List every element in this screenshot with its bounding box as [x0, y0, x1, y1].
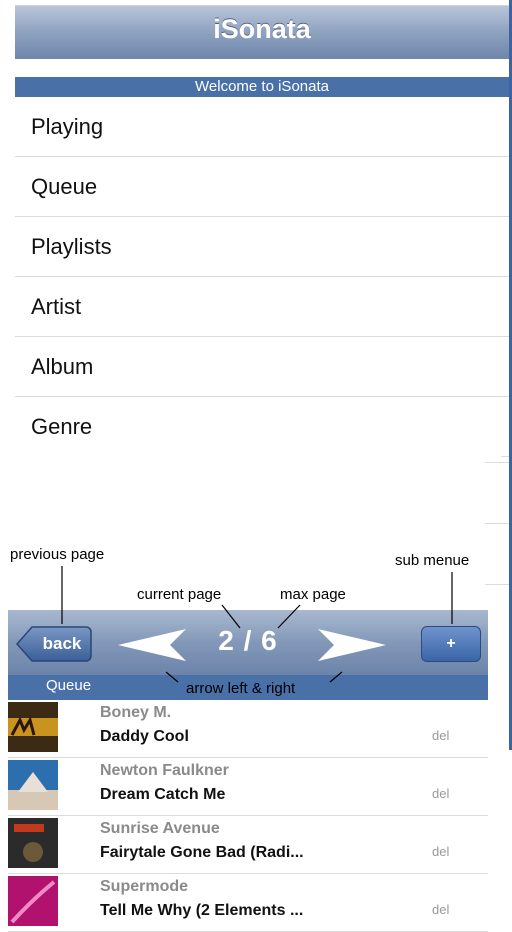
annotation-leaders [61, 566, 453, 683]
